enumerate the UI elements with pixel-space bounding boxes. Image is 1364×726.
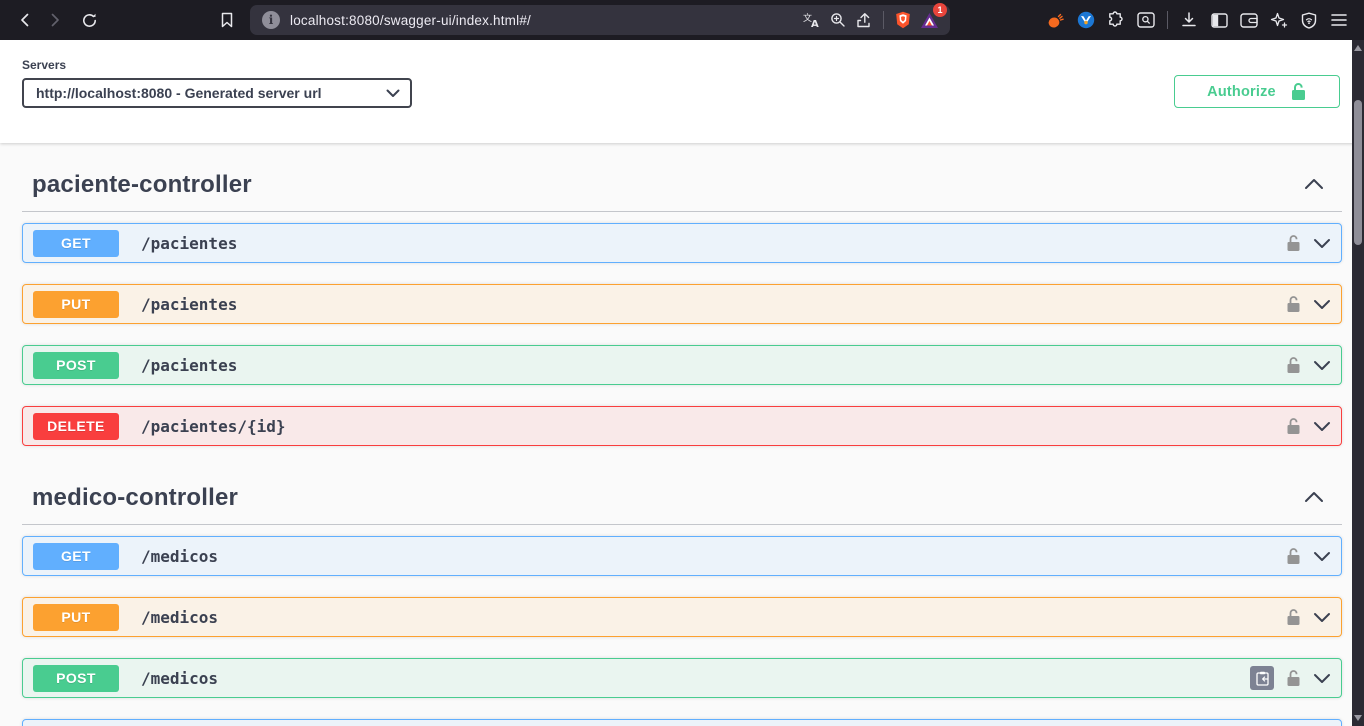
expand-operation-button[interactable]	[1313, 360, 1331, 371]
method-badge[interactable]: POST	[33, 664, 119, 692]
operation-path: /medicos	[141, 668, 219, 688]
copy-to-clipboard-button[interactable]	[1250, 666, 1274, 690]
method-badge[interactable]: GET	[33, 542, 119, 570]
server-select[interactable]: http://localhost:8080 - Generated server…	[22, 78, 412, 108]
lock-icon[interactable]	[1286, 356, 1301, 374]
chevron-down-icon	[1314, 551, 1330, 561]
extensions-puzzle-icon[interactable]	[1101, 5, 1131, 35]
method-badge[interactable]: PUT	[33, 290, 119, 318]
operation-path: /pacientes	[141, 233, 238, 253]
lock-icon[interactable]	[1286, 608, 1301, 626]
method-badge[interactable]: DELETE	[33, 412, 119, 440]
operation-path: /pacientes	[141, 294, 238, 314]
operation-path: /medicos	[141, 546, 219, 566]
wallet-icon[interactable]	[1234, 5, 1264, 35]
leo-ai-sparkles-icon[interactable]	[1264, 5, 1294, 35]
translate-icon[interactable]: 文 A	[799, 7, 825, 33]
bookmark-icon[interactable]	[212, 5, 242, 35]
scheme-container: Servers http://localhost:8080 - Generate…	[0, 40, 1364, 143]
lock-icon[interactable]	[1286, 234, 1301, 252]
operation-path: /pacientes	[141, 355, 238, 375]
operation-row[interactable]: PUT /medicos	[22, 597, 1342, 637]
method-badge[interactable]: GET	[33, 229, 119, 257]
forward-button[interactable]	[40, 5, 70, 35]
share-icon[interactable]	[851, 7, 877, 33]
expand-operation-button[interactable]	[1313, 238, 1331, 249]
page-scrollbar[interactable]	[1352, 40, 1364, 726]
brave-rewards-icon[interactable]: 1	[916, 3, 947, 33]
method-badge[interactable]: POST	[33, 351, 119, 379]
chevron-down-icon	[1314, 238, 1330, 248]
menu-icon[interactable]	[1324, 5, 1354, 35]
unlock-icon	[1291, 82, 1305, 100]
operation-row[interactable]: POST /medicos	[22, 658, 1342, 698]
browser-toolbar: i localhost:8080/swagger-ui/index.html#/…	[0, 0, 1364, 40]
chevron-down-icon	[1314, 673, 1330, 683]
downloads-icon[interactable]	[1174, 5, 1204, 35]
operation-row[interactable]: GET /medicos	[22, 536, 1342, 576]
operation-row[interactable]: DELETE /pacientes/{id}	[22, 406, 1342, 446]
api-sections: paciente-controller GET /pacientes PUT /…	[0, 143, 1364, 726]
servers-label: Servers	[22, 58, 67, 72]
rewards-badge: 1	[933, 3, 947, 17]
chevron-up-icon	[1305, 178, 1323, 189]
section-header-medico-controller[interactable]: medico-controller	[22, 456, 1342, 525]
collapse-section-button[interactable]	[1296, 174, 1332, 197]
lock-icon[interactable]	[1286, 547, 1301, 565]
lock-icon[interactable]	[1286, 669, 1301, 687]
operation-path: /medicos	[141, 607, 219, 627]
section-header-paciente-controller[interactable]: paciente-controller	[22, 143, 1342, 212]
chevron-down-icon	[1314, 360, 1330, 370]
back-button[interactable]	[10, 5, 40, 35]
site-info-icon[interactable]: i	[262, 11, 280, 29]
vpn-shield-icon[interactable]	[1294, 5, 1324, 35]
lock-icon[interactable]	[1286, 295, 1301, 313]
scrollbar-down-arrow[interactable]	[1354, 715, 1362, 721]
expand-operation-button[interactable]	[1313, 421, 1331, 432]
brave-shield-icon[interactable]	[890, 7, 916, 33]
expand-operation-button[interactable]	[1313, 551, 1331, 562]
section-title: paciente-controller	[32, 171, 252, 198]
expand-operation-button[interactable]	[1313, 673, 1331, 684]
chevron-down-icon	[1314, 612, 1330, 622]
operation-row-partial[interactable]: GET	[22, 719, 1342, 726]
operation-row[interactable]: PUT /pacientes	[22, 284, 1342, 324]
collapse-section-button[interactable]	[1296, 487, 1332, 510]
svg-text:A: A	[811, 19, 819, 28]
authorize-label: Authorize	[1207, 83, 1276, 100]
scrollbar-thumb[interactable]	[1354, 100, 1362, 245]
url-bar[interactable]: i localhost:8080/swagger-ui/index.html#/…	[250, 3, 950, 35]
operation-row[interactable]: POST /pacientes	[22, 345, 1342, 385]
search-sidebar-icon[interactable]	[1131, 5, 1161, 35]
url-text[interactable]: localhost:8080/swagger-ui/index.html#/	[290, 13, 799, 28]
chevron-down-icon	[1314, 421, 1330, 431]
sidebar-toggle-icon[interactable]	[1204, 5, 1234, 35]
expand-operation-button[interactable]	[1313, 299, 1331, 310]
lock-icon[interactable]	[1286, 417, 1301, 435]
chevron-up-icon	[1305, 491, 1323, 502]
operation-path: /pacientes/{id}	[141, 416, 286, 436]
clipboard-icon	[1255, 671, 1269, 686]
authorize-button[interactable]: Authorize	[1174, 75, 1340, 108]
scrollbar-up-arrow[interactable]	[1354, 45, 1362, 51]
method-badge[interactable]: PUT	[33, 603, 119, 631]
extension-blue-icon[interactable]	[1071, 5, 1101, 35]
server-select-value: http://localhost:8080 - Generated server…	[36, 85, 322, 101]
chevron-down-icon	[1314, 299, 1330, 309]
chevron-down-icon	[386, 89, 400, 97]
reload-button[interactable]	[74, 5, 104, 35]
extension-orange-icon[interactable]	[1041, 5, 1071, 35]
operation-row[interactable]: GET /pacientes	[22, 223, 1342, 263]
expand-operation-button[interactable]	[1313, 612, 1331, 623]
section-title: medico-controller	[32, 484, 239, 511]
zoom-in-icon[interactable]	[825, 7, 851, 33]
